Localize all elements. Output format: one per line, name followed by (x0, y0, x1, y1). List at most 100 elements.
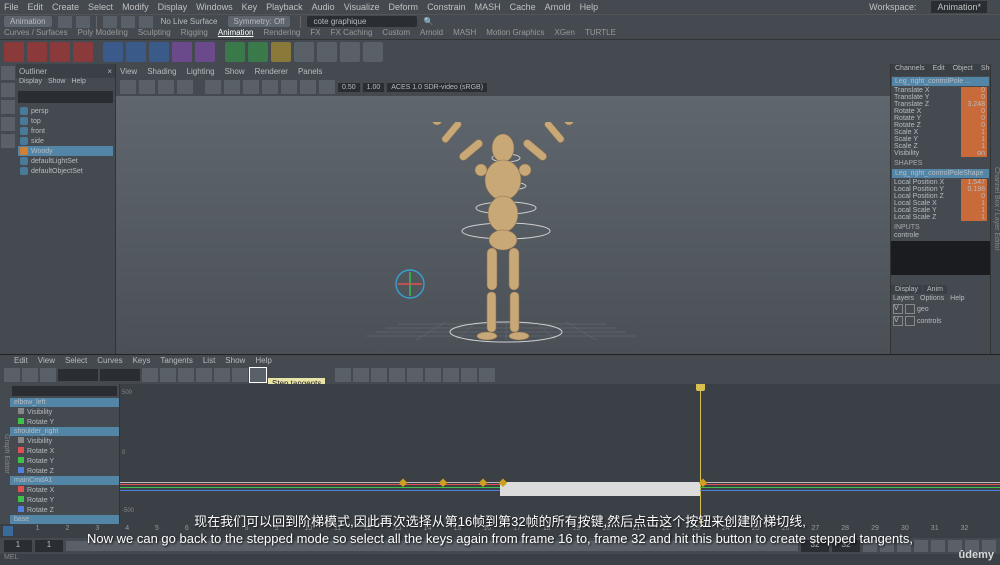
channel-row[interactable]: Rotate X0 (891, 108, 990, 115)
attr-value[interactable]: 1 (961, 207, 987, 214)
vp-tool-icon[interactable] (158, 80, 174, 94)
vp-menu[interactable]: View (120, 67, 137, 76)
menu-display[interactable]: Display (158, 2, 188, 12)
menu-edit[interactable]: Edit (28, 2, 44, 12)
play-back-button[interactable] (914, 540, 928, 552)
attr-value[interactable]: 0 (961, 193, 987, 200)
vp-menu[interactable]: Panels (298, 67, 322, 76)
ge-sidebar-tab[interactable]: Graph Editor (0, 384, 10, 524)
attr-value[interactable]: 1 (961, 143, 987, 150)
step-back-button[interactable] (880, 540, 894, 552)
ge-channel-item[interactable]: Visibility (10, 407, 119, 417)
vp-tool-icon[interactable] (205, 80, 221, 94)
shelf-tab[interactable]: Rendering (263, 28, 300, 39)
menu-modify[interactable]: Modify (122, 2, 149, 12)
dl-tab-anim[interactable]: Anim (923, 285, 947, 294)
ge-channel-item[interactable]: Rotate Z (10, 466, 119, 476)
ge-channel-item[interactable]: Rotate X (10, 485, 119, 495)
shelf-button[interactable] (4, 42, 24, 62)
range-start-field[interactable]: 1 (35, 540, 63, 552)
shelf-button[interactable] (225, 42, 245, 62)
channel-row[interactable]: Local Scale X1 (891, 200, 990, 207)
outliner-item[interactable]: defaultObjectSet (18, 166, 113, 176)
vp-menu[interactable]: Shading (147, 67, 176, 76)
workspace-selector[interactable]: Animation* (931, 1, 987, 13)
menu-file[interactable]: File (4, 2, 19, 12)
menu-select[interactable]: Select (88, 2, 113, 12)
cb-tab[interactable]: Object (949, 64, 977, 76)
ge-menu[interactable]: Curves (97, 356, 122, 365)
exposure-field[interactable]: 1.00 (363, 83, 385, 92)
ge-channel-item[interactable]: Rotate Y (10, 495, 119, 505)
ge-tool-icon[interactable] (40, 368, 56, 382)
shelf-tab-animation[interactable]: Animation (218, 28, 254, 39)
outliner-search[interactable] (18, 91, 113, 103)
shelf-tab[interactable]: Custom (382, 28, 410, 39)
shelf-tab[interactable]: Rigging (181, 28, 208, 39)
keyframe[interactable] (399, 479, 407, 487)
layer-vis-toggle[interactable]: V (893, 304, 903, 314)
category-selector[interactable]: Animation (4, 16, 52, 27)
channel-row[interactable]: Scale X1 (891, 129, 990, 136)
ge-menu[interactable]: Keys (133, 356, 151, 365)
outliner-item[interactable]: front (18, 126, 113, 136)
ge-playhead[interactable] (700, 384, 701, 524)
menu-key[interactable]: Key (242, 2, 258, 12)
menu-audio[interactable]: Audio (312, 2, 335, 12)
symmetry-selector[interactable]: Symmetry: Off (228, 16, 291, 27)
channel-row[interactable]: Local Position Y0.198 (891, 186, 990, 193)
ge-menu[interactable]: Show (225, 356, 245, 365)
shelf-button[interactable] (340, 42, 360, 62)
menu-windows[interactable]: Windows (196, 2, 233, 12)
range-bar[interactable] (66, 541, 798, 551)
attr-value[interactable]: 0 (961, 94, 987, 101)
ge-channel-item[interactable]: Visibility (10, 436, 119, 446)
keyframe[interactable] (439, 479, 447, 487)
rewind-button[interactable] (863, 540, 877, 552)
ge-object-item[interactable]: mainCmdA1 (10, 476, 119, 485)
range-end-field[interactable]: 32 (801, 540, 829, 552)
ge-tool-icon[interactable] (4, 368, 20, 382)
shelf-button[interactable] (195, 42, 215, 62)
selected-keys-block[interactable] (500, 482, 700, 496)
status-icon[interactable] (58, 16, 72, 28)
attr-value[interactable]: 0 (961, 108, 987, 115)
shelf-button[interactable] (73, 42, 93, 62)
ge-channel-item[interactable]: Rotate Y (10, 417, 119, 427)
ge-tool-icon[interactable] (160, 368, 176, 382)
shelf-button[interactable] (317, 42, 337, 62)
ge-object-item[interactable]: elbow_left (10, 398, 119, 407)
vp-menu[interactable]: Renderer (255, 67, 288, 76)
ge-menu[interactable]: View (38, 356, 55, 365)
vp-tool-icon[interactable] (319, 80, 335, 94)
ge-tool-icon[interactable] (443, 368, 459, 382)
input-node[interactable]: controle (894, 232, 919, 239)
menu-visualize[interactable]: Visualize (344, 2, 380, 12)
ge-tool-icon[interactable] (142, 368, 158, 382)
vp-tool-icon[interactable] (262, 80, 278, 94)
attr-value[interactable]: 3.248 (961, 101, 987, 108)
shelf-button[interactable] (50, 42, 70, 62)
menu-playback[interactable]: Playback (266, 2, 303, 12)
end-frame-field[interactable]: 32 (832, 540, 860, 552)
channel-row[interactable]: Local Position X1.547 (891, 179, 990, 186)
outliner-item[interactable]: side (18, 136, 113, 146)
attr-value[interactable]: 0 (961, 122, 987, 129)
dl-menu[interactable]: Help (950, 295, 964, 302)
ge-menu[interactable]: Tangents (160, 356, 192, 365)
layer-name[interactable]: geo (917, 306, 929, 313)
ge-channel-item[interactable]: Rotate Z (10, 505, 119, 515)
channel-row[interactable]: Visibilityon (891, 150, 990, 157)
ge-stats-field[interactable] (100, 369, 140, 381)
shelf-button[interactable] (27, 42, 47, 62)
menu-help[interactable]: Help (580, 2, 599, 12)
vp-tool-icon[interactable] (120, 80, 136, 94)
close-icon[interactable]: × (107, 67, 112, 76)
channel-row[interactable]: Rotate Y0 (891, 115, 990, 122)
vp-tool-icon[interactable] (224, 80, 240, 94)
channel-row[interactable]: Translate Y0 (891, 94, 990, 101)
ge-search[interactable] (12, 386, 117, 396)
cb-tab[interactable]: Edit (929, 64, 949, 76)
vp-tool-icon[interactable] (139, 80, 155, 94)
channel-row[interactable]: Local Position Z0 (891, 193, 990, 200)
